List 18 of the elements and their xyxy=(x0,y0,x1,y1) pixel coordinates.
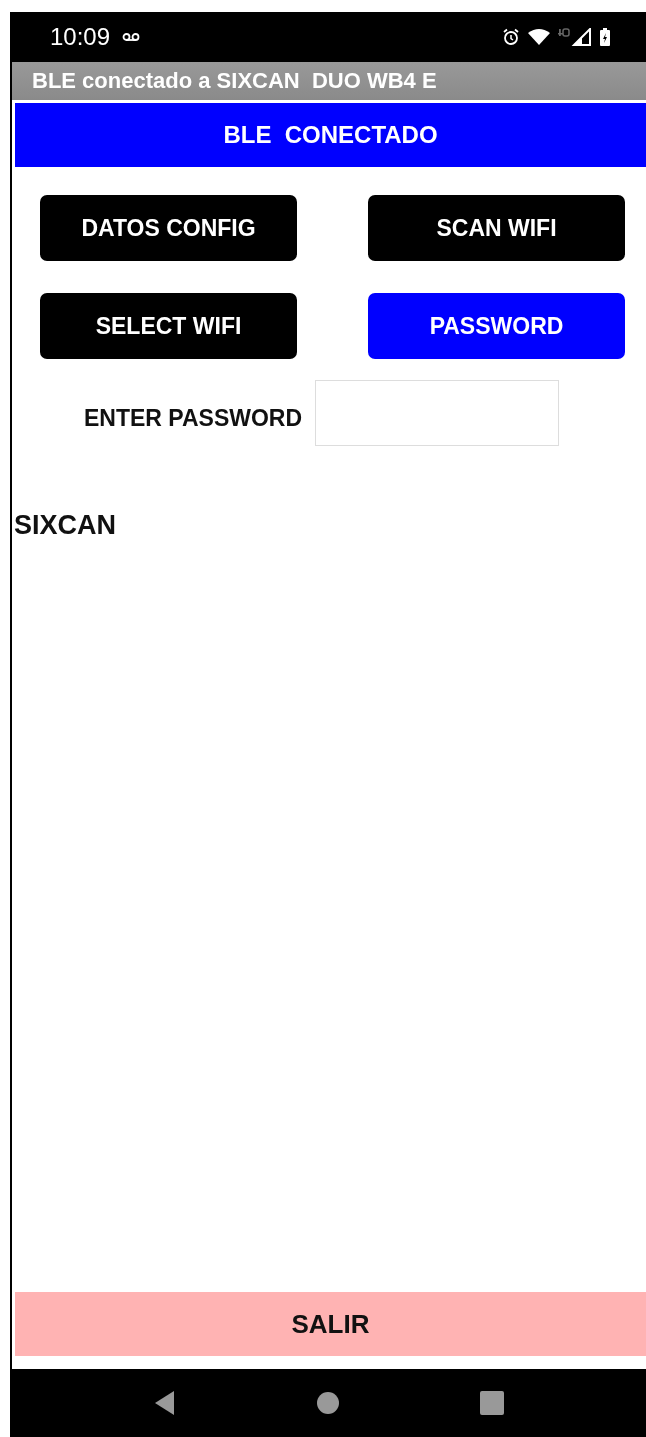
battery-icon xyxy=(600,28,610,46)
app-title: BLE conectado a SIXCAN DUO WB4 E xyxy=(32,68,437,94)
alarm-icon xyxy=(502,28,520,46)
mobile-signal-icon xyxy=(558,28,592,46)
wifi-icon xyxy=(528,29,550,45)
clock-time: 10:09 xyxy=(50,23,111,51)
menu-button[interactable]: PASSWORD xyxy=(368,293,625,359)
password-field[interactable] xyxy=(315,380,560,446)
menu-button[interactable]: SCAN WIFI xyxy=(368,195,625,261)
back-icon[interactable] xyxy=(154,1390,176,1416)
voicemail-icon xyxy=(122,32,141,42)
exit-button[interactable]: SALIR xyxy=(15,1292,646,1356)
menu-button[interactable]: DATOS CONFIG xyxy=(40,195,297,261)
banner-text: BLE CONECTADO xyxy=(223,121,438,149)
device-name: SIXCAN xyxy=(14,510,117,541)
home-icon[interactable] xyxy=(316,1391,340,1415)
password-label: ENTER PASSWORD xyxy=(84,403,303,432)
menu-button[interactable]: SELECT WIFI xyxy=(40,293,297,359)
